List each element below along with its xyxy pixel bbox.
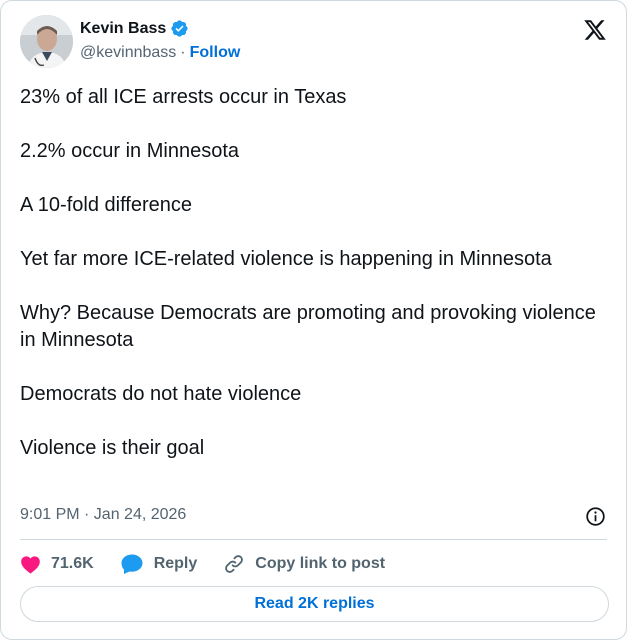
avatar-image bbox=[20, 15, 73, 68]
reply-label: Reply bbox=[153, 555, 198, 572]
read-replies-button[interactable]: Read 2K replies bbox=[20, 586, 609, 622]
like-count: 71.6K bbox=[51, 555, 94, 572]
copy-link-label: Copy link to post bbox=[255, 555, 386, 572]
copy-link-button[interactable]: Copy link to post bbox=[223, 553, 385, 575]
avatar[interactable] bbox=[20, 15, 73, 68]
author-name[interactable]: Kevin Bass bbox=[80, 20, 166, 38]
verified-badge-icon bbox=[170, 19, 189, 38]
post-paragraph: 2.2% occur in Minnesota bbox=[20, 140, 240, 162]
handle-separator: · bbox=[180, 44, 186, 61]
post-paragraph: Why? Because Democrats are promoting and… bbox=[20, 302, 602, 351]
x-logo-icon[interactable] bbox=[583, 18, 607, 42]
divider bbox=[20, 539, 607, 540]
like-button[interactable]: 71.6K bbox=[20, 555, 94, 574]
post-text: 23% of all ICE arrests occur in Texas 2.… bbox=[20, 84, 606, 462]
post-paragraph: 23% of all ICE arrests occur in Texas bbox=[20, 86, 347, 108]
author-handle[interactable]: @kevinnbass bbox=[80, 44, 176, 62]
post-paragraph: A 10-fold difference bbox=[20, 194, 192, 216]
post-actions: 71.6K Reply Copy link to post bbox=[20, 551, 385, 577]
post-paragraph: Democrats do not hate violence bbox=[20, 383, 302, 405]
author-name-row: Kevin Bass bbox=[80, 19, 189, 38]
read-replies-label: Read 2K replies bbox=[254, 595, 375, 612]
reply-button[interactable]: Reply bbox=[120, 553, 198, 575]
post-paragraph: Yet far more ICE-related violence is hap… bbox=[20, 248, 552, 270]
speech-bubble-icon bbox=[120, 553, 144, 575]
author-handle-row: @kevinnbass · Follow bbox=[80, 44, 240, 62]
info-icon[interactable] bbox=[585, 506, 606, 527]
follow-button[interactable]: Follow bbox=[190, 44, 241, 62]
post-paragraph: Violence is their goal bbox=[20, 437, 205, 459]
link-icon bbox=[223, 553, 245, 575]
post-timestamp[interactable]: 9:01 PM · Jan 24, 2026 bbox=[20, 506, 186, 524]
embedded-post-card: Kevin Bass @kevinnbass · Follow 23% of a… bbox=[0, 0, 627, 640]
heart-icon bbox=[20, 555, 41, 574]
